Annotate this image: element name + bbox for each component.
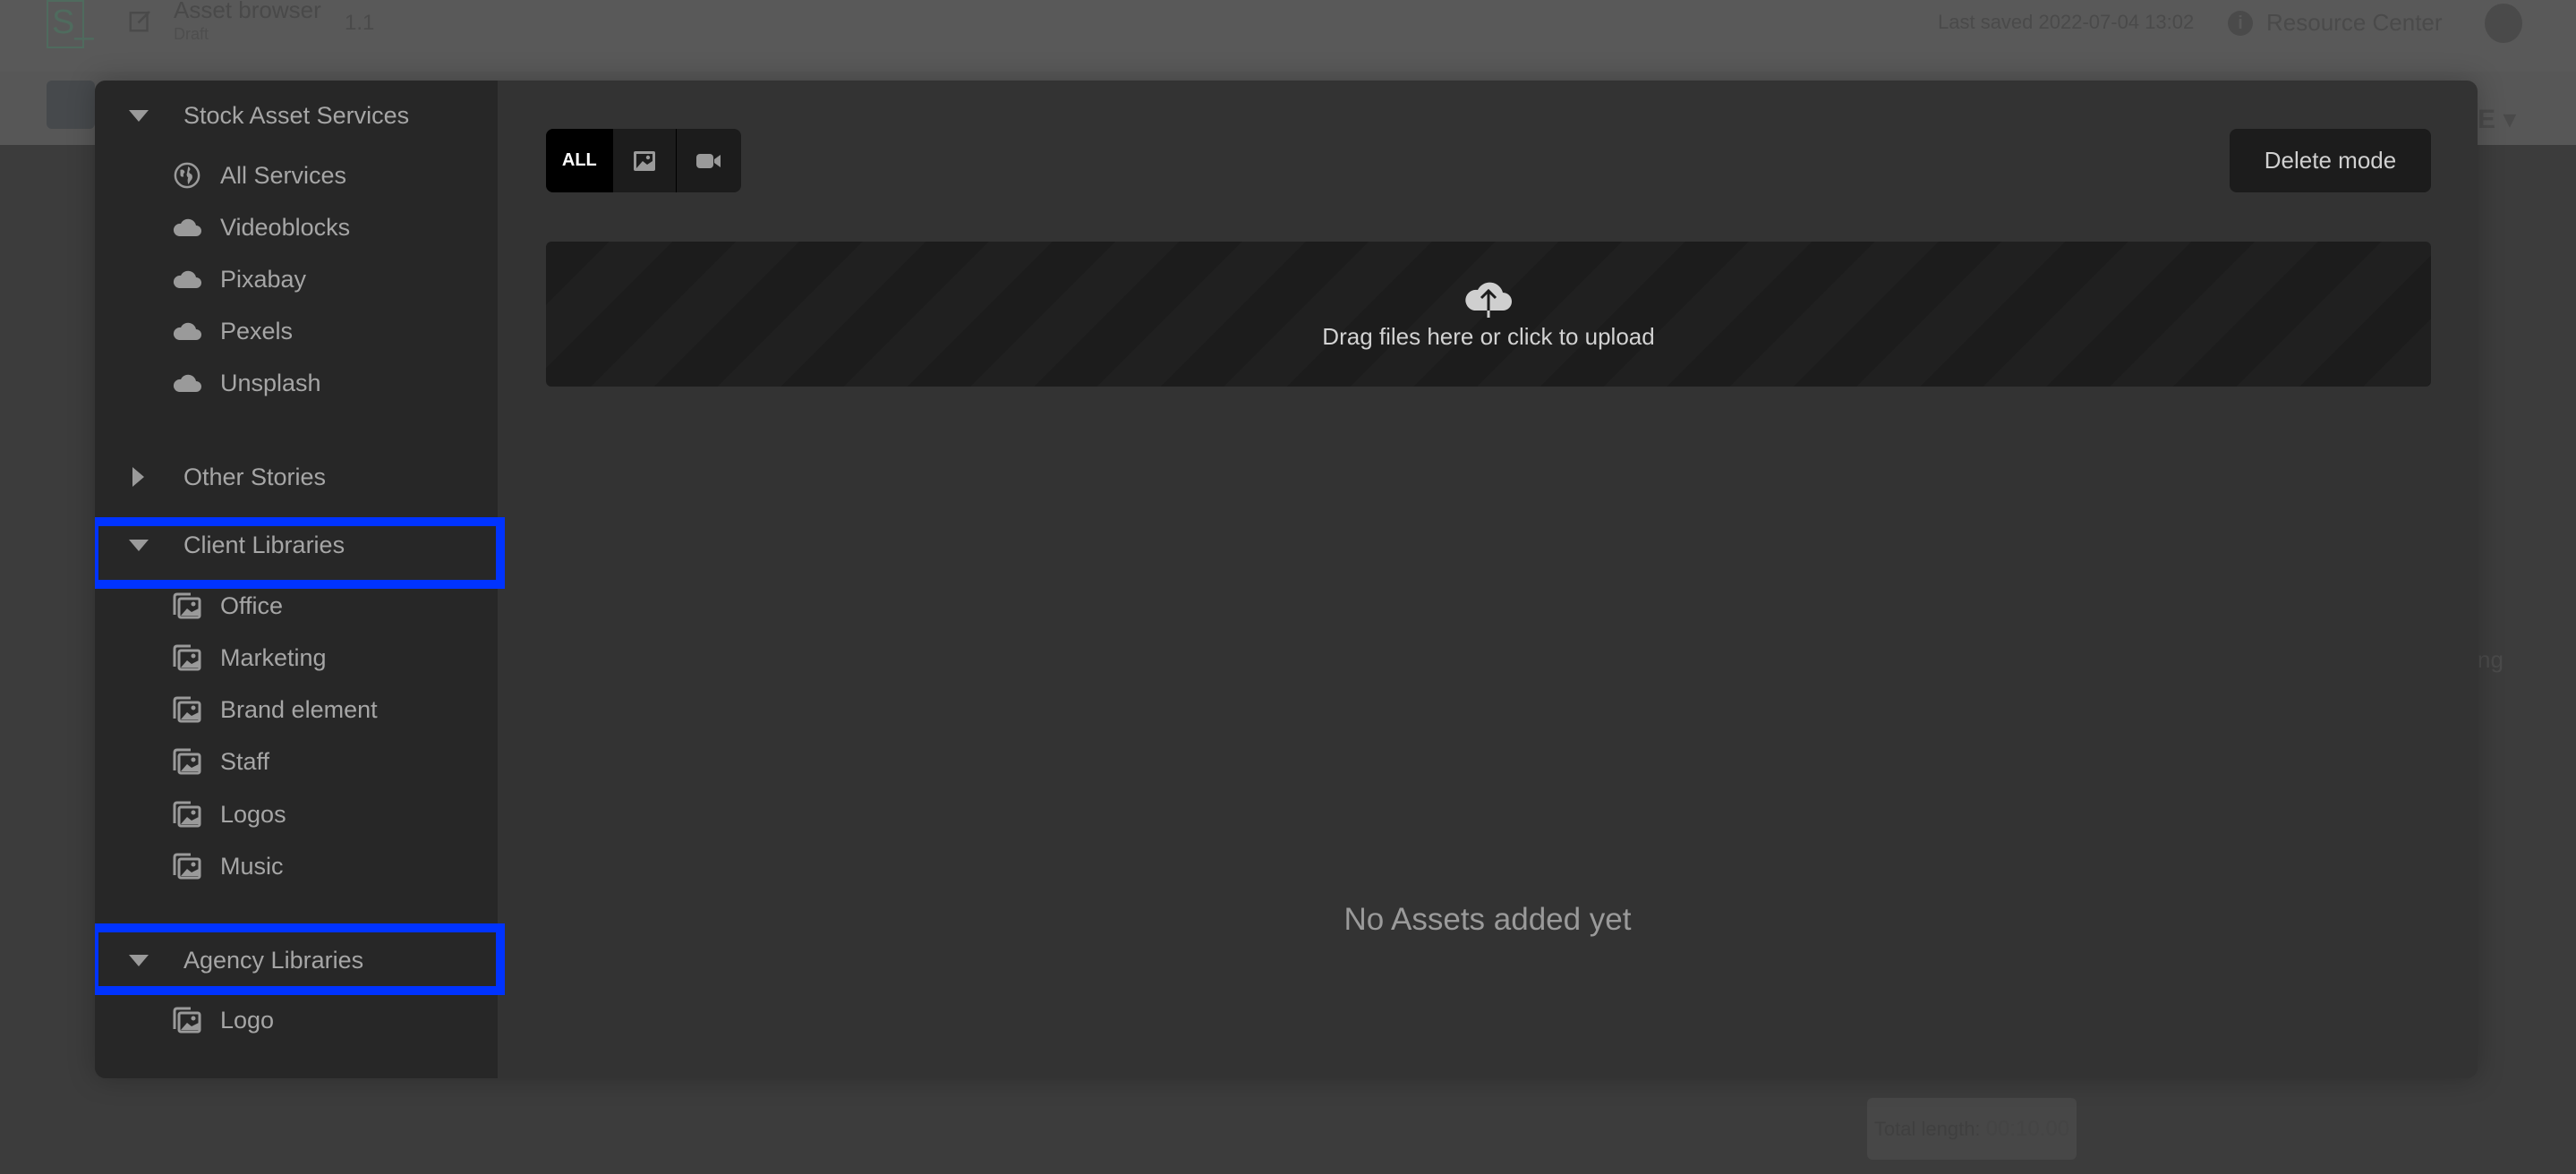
document-status: Draft <box>174 25 209 43</box>
background-side-text: ng <box>2478 646 2503 673</box>
last-saved-text: Last saved 2022-07-04 13:02 <box>1938 11 2195 33</box>
dropzone-label: Drag files here or click to upload <box>1322 322 1655 350</box>
sidebar-item-logos[interactable]: Logos <box>95 788 498 840</box>
item-label: Brand element <box>220 695 378 723</box>
sidebar-item-unsplash[interactable]: Unsplash <box>95 357 498 409</box>
group-label: Agency Libraries <box>183 946 364 974</box>
document-version: 1.1 <box>345 11 375 35</box>
item-label: Staff <box>220 747 270 775</box>
total-length-badge: Total length: 00:10.00 <box>1867 1098 2077 1160</box>
item-label: All Services <box>220 161 347 189</box>
image-library-icon <box>172 799 202 829</box>
image-library-icon <box>172 694 202 725</box>
item-label: Pexels <box>220 317 294 345</box>
item-label: Marketing <box>220 643 327 671</box>
background-dropdown: E ▾ <box>2478 105 2517 134</box>
item-label: Logo <box>220 1006 275 1034</box>
group-stock-asset-services[interactable]: Stock Asset Services <box>95 86 498 145</box>
story-thumbnail <box>47 81 95 129</box>
total-length-value: 00:10.00 <box>1985 1117 2070 1141</box>
delete-mode-button[interactable]: Delete mode <box>2230 129 2431 192</box>
app-header: S_ Asset browser Draft 1.1 Last saved 20… <box>0 0 2576 72</box>
empty-state-message: No Assets added yet <box>1343 902 1632 937</box>
info-icon: i <box>2228 11 2253 36</box>
group-other-stories[interactable]: Other Stories <box>95 447 498 506</box>
globe-icon <box>172 160 202 191</box>
image-library-icon <box>172 746 202 777</box>
caret-down-icon <box>129 954 149 966</box>
sidebar-item-videoblocks[interactable]: Videoblocks <box>95 201 498 253</box>
sidebar-item-music[interactable]: Music <box>95 840 498 892</box>
group-client-libraries[interactable]: Client Libraries <box>95 515 498 574</box>
sidebar-item-all-services[interactable]: All Services <box>95 149 498 201</box>
asset-type-filter: ALL <box>546 129 741 192</box>
group-label: Other Stories <box>183 463 327 490</box>
group-label: Stock Asset Services <box>183 101 410 129</box>
sidebar-item-pexels[interactable]: Pexels <box>95 305 498 357</box>
item-label: Videoblocks <box>220 213 351 241</box>
user-avatar[interactable] <box>2485 4 2522 43</box>
cloud-icon <box>172 212 202 242</box>
app-logo: S_ <box>47 0 93 48</box>
sidebar-item-pixabay[interactable]: Pixabay <box>95 253 498 305</box>
sidebar-item-marketing[interactable]: Marketing <box>95 632 498 684</box>
item-label: Music <box>220 852 284 880</box>
asset-browser-modal: Stock Asset Services All Services Videob… <box>95 81 2478 1078</box>
filter-videos-button[interactable] <box>677 129 741 192</box>
sidebar-item-office[interactable]: Office <box>95 580 498 632</box>
video-camera-icon <box>696 153 721 168</box>
upload-dropzone[interactable]: Drag files here or click to upload <box>546 242 2431 387</box>
sidebar-item-logo[interactable]: Logo <box>95 994 498 1046</box>
cloud-icon <box>172 368 202 398</box>
cloud-upload-icon <box>1465 282 1512 318</box>
total-length-label: Total length: <box>1873 1118 1981 1140</box>
filter-all-button[interactable]: ALL <box>546 129 613 192</box>
item-label: Pixabay <box>220 265 307 293</box>
edit-icon <box>129 11 150 32</box>
image-icon <box>633 150 655 171</box>
asset-main-panel: ALL Delete mode Drag files here or click… <box>498 81 2478 1078</box>
item-label: Office <box>220 591 284 619</box>
filter-images-button[interactable] <box>613 129 678 192</box>
cloud-icon <box>172 264 202 294</box>
item-label: Unsplash <box>220 369 321 396</box>
image-library-icon <box>172 642 202 673</box>
sidebar-item-staff[interactable]: Staff <box>95 736 498 787</box>
document-title: Asset browser <box>174 0 321 23</box>
resource-center-link[interactable]: Resource Center <box>2266 9 2443 37</box>
cloud-icon <box>172 316 202 346</box>
group-label: Client Libraries <box>183 531 345 558</box>
caret-down-icon <box>129 109 149 122</box>
item-label: Logos <box>220 800 286 828</box>
image-library-icon <box>172 591 202 621</box>
image-library-icon <box>172 851 202 881</box>
sidebar-item-brand-element[interactable]: Brand element <box>95 684 498 736</box>
caret-down-icon <box>129 539 149 551</box>
image-library-icon <box>172 1005 202 1035</box>
caret-right-icon <box>132 467 144 487</box>
asset-sidebar: Stock Asset Services All Services Videob… <box>95 81 505 1078</box>
group-agency-libraries[interactable]: Agency Libraries <box>95 931 498 990</box>
